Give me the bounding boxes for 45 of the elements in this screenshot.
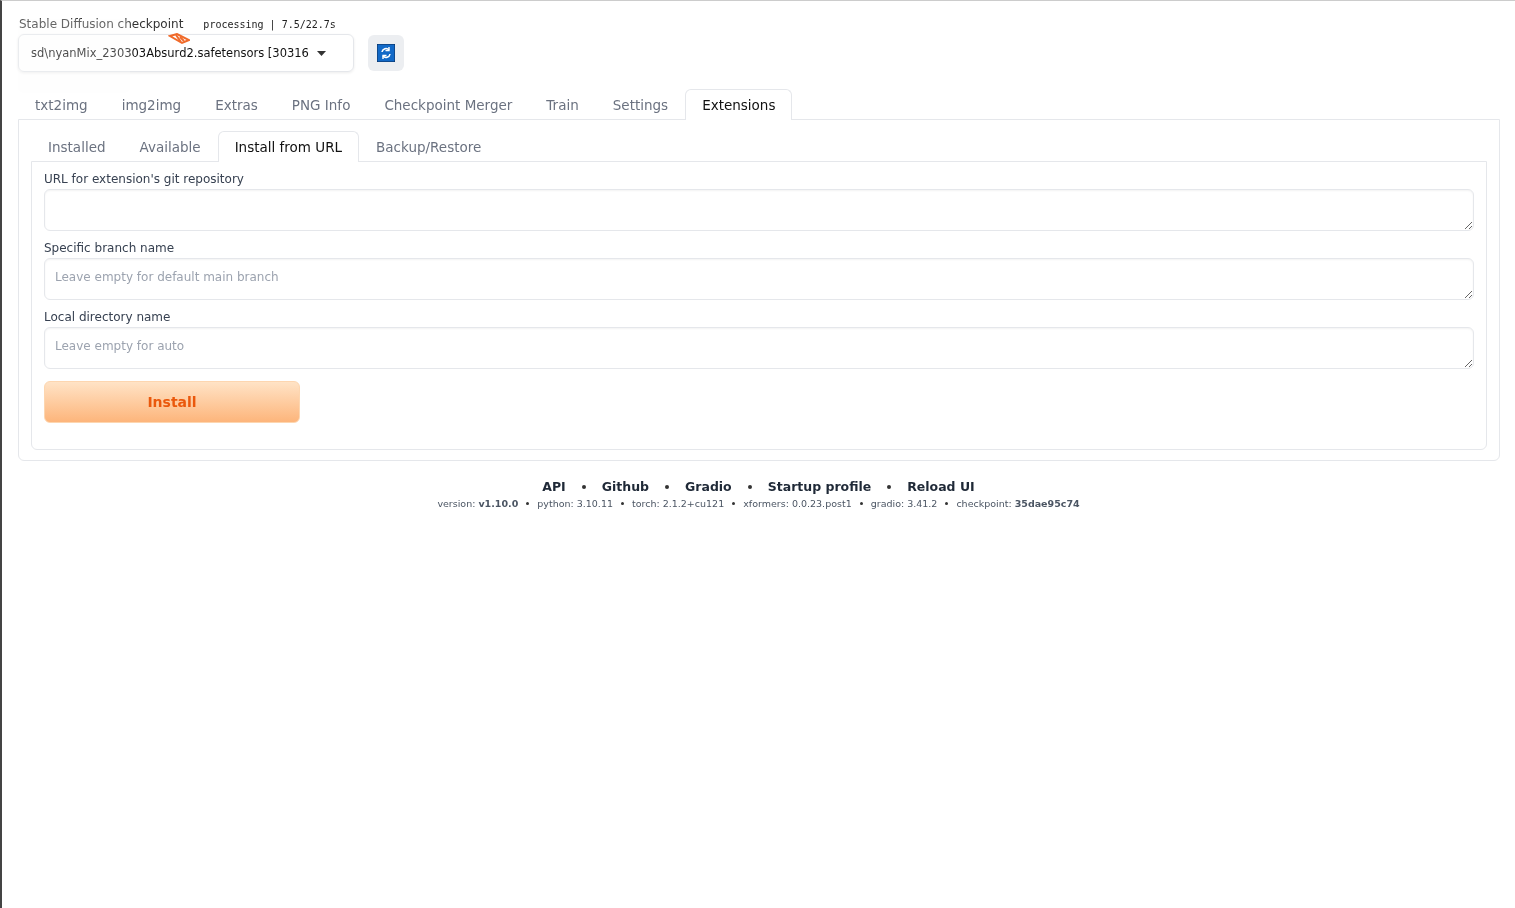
tab[interactable]: Extensions [685,89,793,120]
separator-dot [665,484,670,489]
version-text: xformers: 0.0.23.post1 [743,498,852,509]
refresh-icon [377,44,395,62]
tab[interactable]: Install from URL [217,131,360,162]
footer-link[interactable]: API [542,479,566,494]
separator-dot [526,502,530,505]
input-field[interactable]: Leave empty for default main branch [44,258,1474,300]
version-text: python: 3.10.11 [537,498,613,509]
caret-icon [316,50,326,56]
input-field[interactable]: Leave empty for auto [44,327,1474,369]
loading-icon [168,33,190,45]
separator-dot [621,502,624,505]
version-text: checkpoint: 35dae95c74 [956,498,1080,509]
separator-dot [945,502,949,505]
version-text: version: v1.10.0 [437,498,519,509]
input-field[interactable] [44,189,1474,231]
footer-link[interactable]: Github [601,479,650,494]
progress-text: processing | 7.5/22.7s [203,19,336,30]
tab[interactable]: Extras [198,89,275,120]
separator-dot [732,502,736,505]
version-text: torch: 2.1.2+cu121 [632,498,725,509]
tab[interactable]: Installed [31,131,123,162]
separator-dot [859,502,863,505]
tab[interactable]: txt2img [18,89,105,120]
field-label: Specific branch name [44,241,176,255]
tab[interactable]: Train [529,89,596,120]
tab[interactable]: PNG Info [274,89,368,120]
field-label: Stable Diffusion checkpoint [19,17,184,31]
refresh-button[interactable] [368,35,404,71]
field-label: URL for extension's git repository [44,172,245,186]
footer-link[interactable]: Reload UI [907,479,975,494]
tab[interactable]: Available [122,131,218,162]
version-text: gradio: 3.41.2 [870,498,938,509]
tab[interactable]: Backup/Restore [359,131,499,162]
footer-link[interactable]: Gradio [685,479,732,494]
tab[interactable]: img2img [104,89,199,120]
separator-dot [887,484,892,489]
separator-dot [747,484,752,489]
tab[interactable]: Settings [595,89,686,120]
footer-link[interactable]: Startup profile [767,479,872,494]
field-label: Local directory name [44,310,172,324]
separator-dot [581,484,586,489]
tab[interactable]: Checkpoint Merger [367,89,530,120]
checkpoint-dropdown[interactable]: sd\nyanMix_230303Absurd2.safetensors [30316 [18,34,354,72]
